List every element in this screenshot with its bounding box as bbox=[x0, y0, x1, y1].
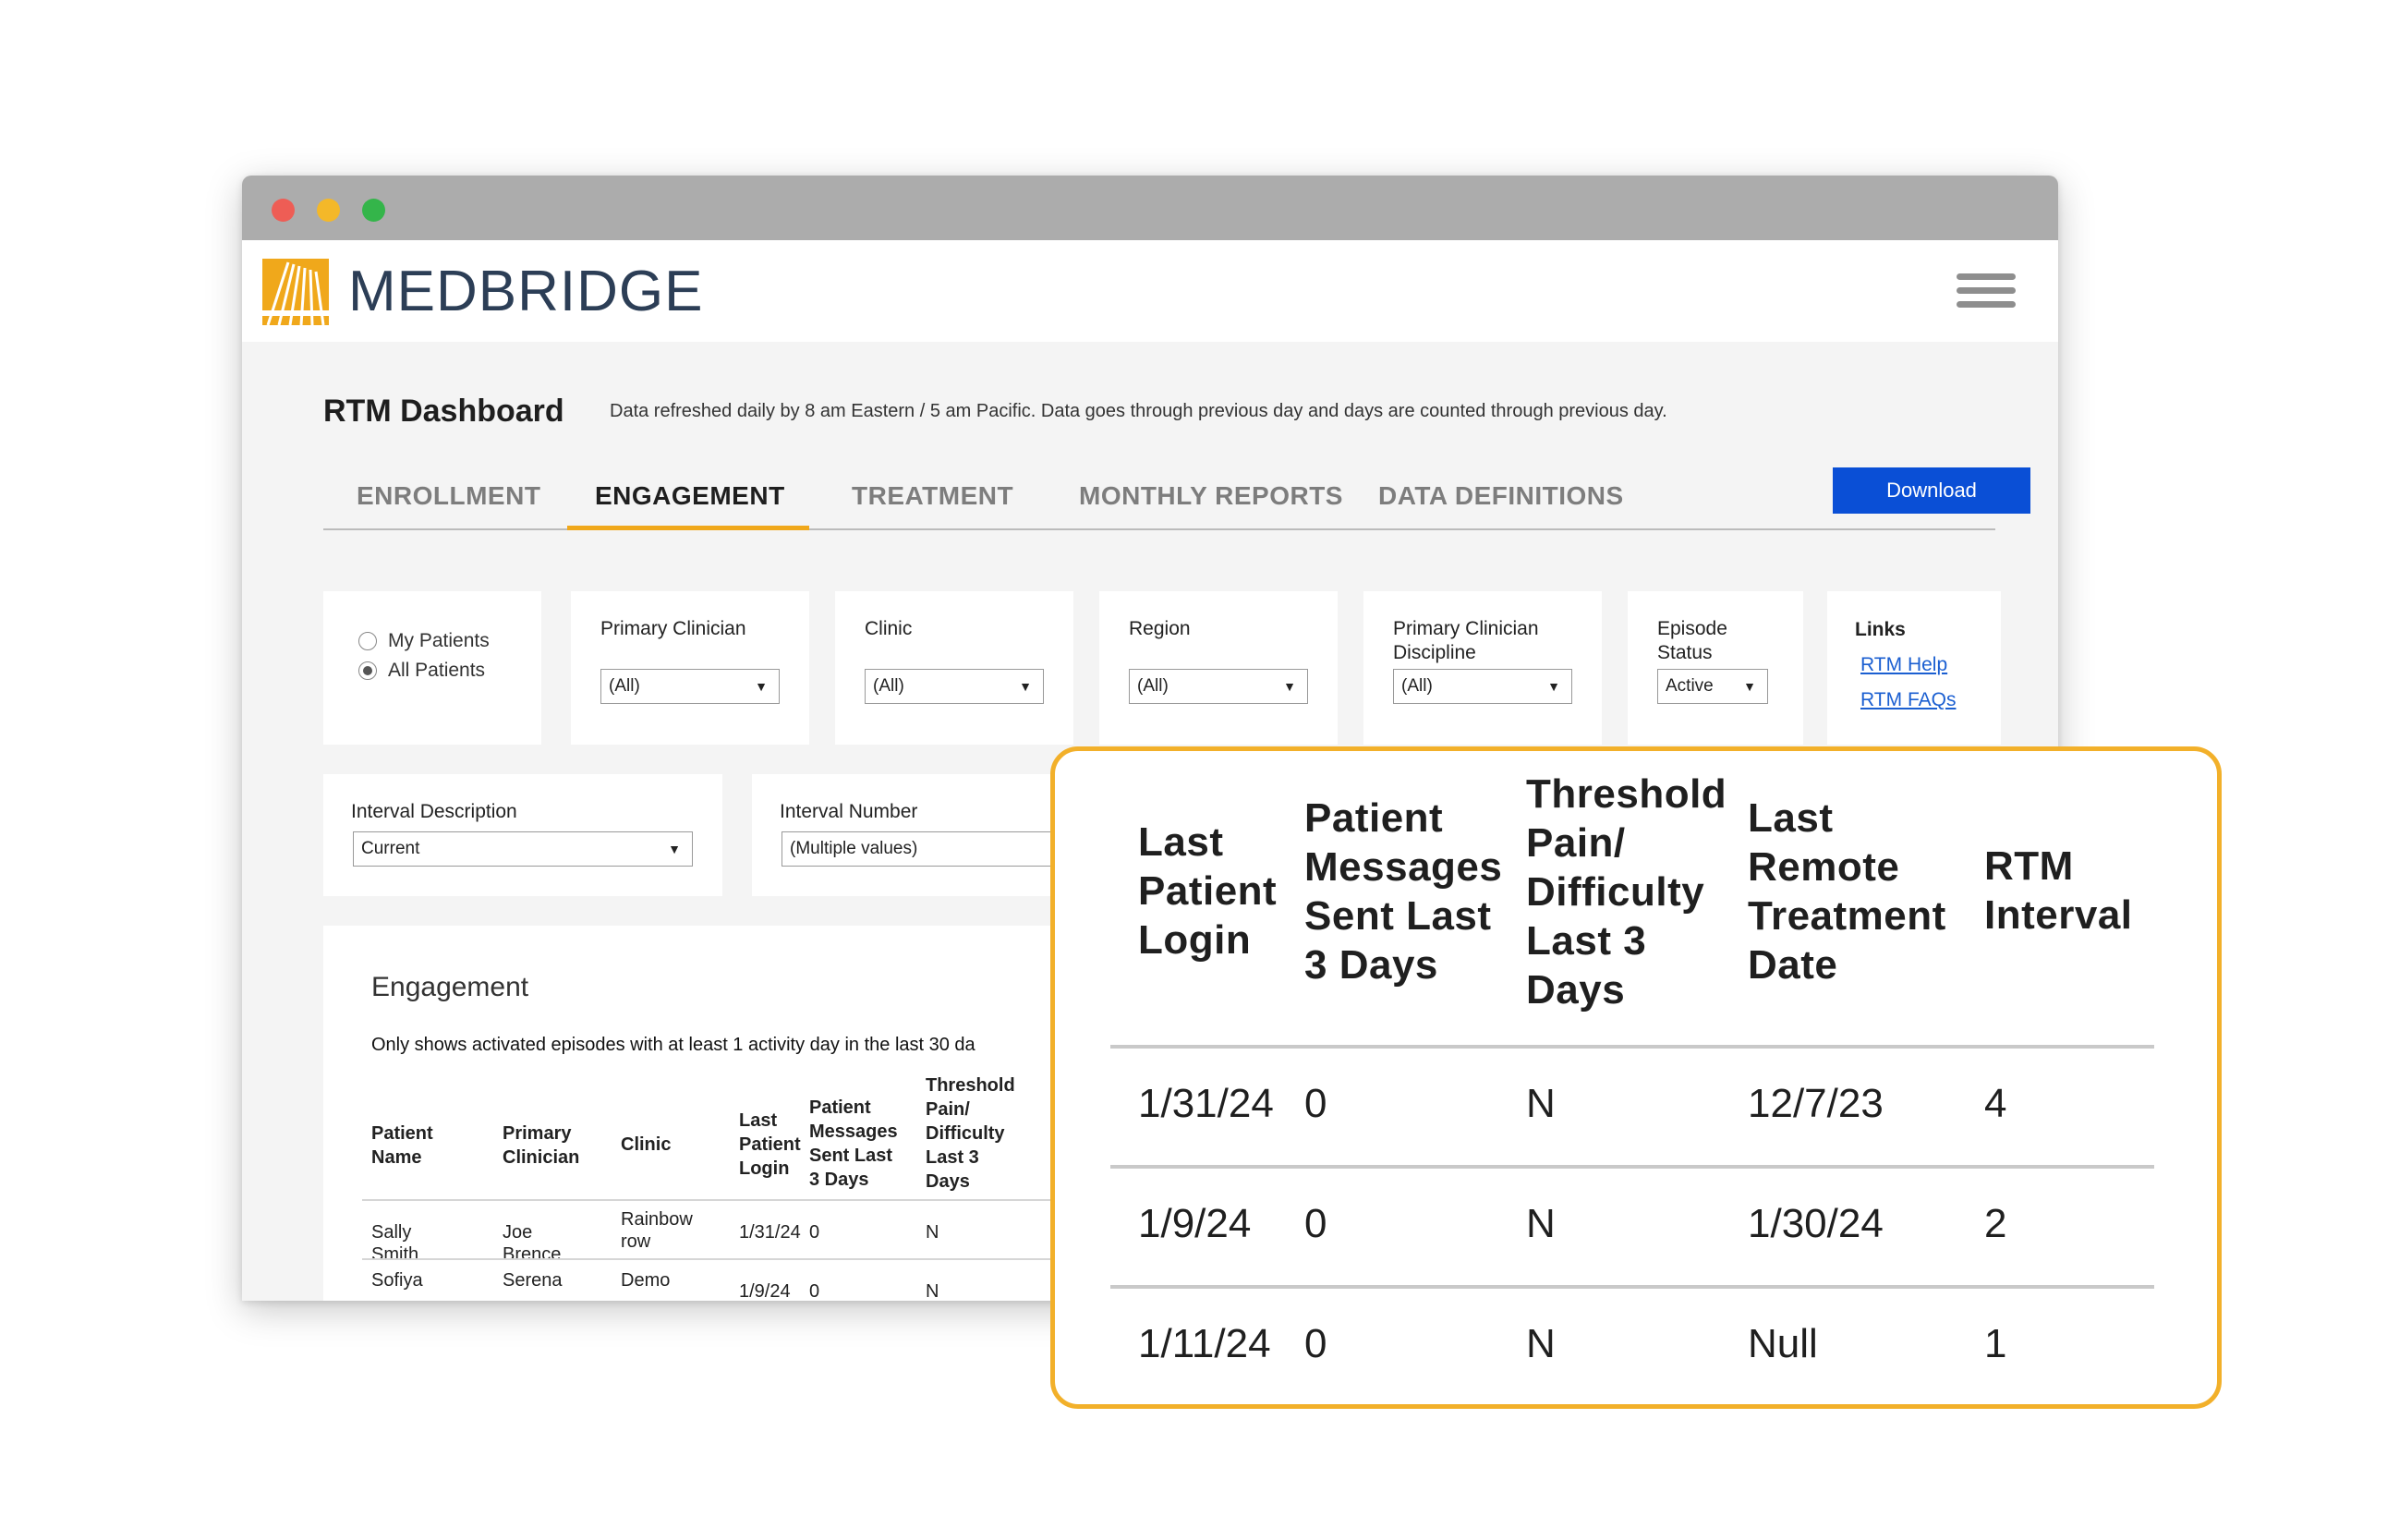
brand-name: MEDBRIDGE bbox=[348, 260, 704, 323]
clinic-filter: Clinic (All) ▼ bbox=[835, 591, 1073, 745]
radio-my-patients[interactable]: My Patients bbox=[358, 630, 490, 652]
dropdown-caret-icon: ▼ bbox=[1547, 679, 1560, 694]
dropdown-caret-icon: ▼ bbox=[755, 679, 768, 694]
interval-description-select[interactable]: Current ▼ bbox=[353, 831, 693, 867]
discipline-filter: Primary Clinician Discipline (All) ▼ bbox=[1363, 591, 1602, 745]
column-header-messages-sent: Patient Messages Sent Last 3 Days bbox=[809, 1097, 898, 1190]
filter-label: Primary Clinician bbox=[600, 618, 746, 639]
rtm-help-link[interactable]: RTM Help bbox=[1860, 654, 1947, 676]
tab-enrollment[interactable]: ENROLLMENT bbox=[323, 480, 554, 530]
filter-label: Region bbox=[1129, 618, 1191, 639]
clinic-select[interactable]: (All) ▼ bbox=[865, 669, 1044, 704]
primary-clinician-select[interactable]: (All) ▼ bbox=[600, 669, 780, 704]
maximize-window-button[interactable] bbox=[362, 199, 385, 222]
filter-label: Primary Clinician Discipline bbox=[1393, 618, 1539, 663]
dropdown-caret-icon: ▼ bbox=[668, 842, 681, 856]
discipline-select[interactable]: (All) ▼ bbox=[1393, 669, 1572, 704]
column-header-clinic: Clinic bbox=[621, 1134, 672, 1155]
column-header-threshold-pain: Threshold Pain/Difficulty Last 3 Days bbox=[926, 1075, 1015, 1192]
episode-status-filter: Episode Status Active ▼ bbox=[1628, 591, 1803, 745]
table-divider bbox=[1110, 1285, 2154, 1289]
dropdown-caret-icon: ▼ bbox=[1283, 679, 1296, 694]
region-filter: Region (All) ▼ bbox=[1099, 591, 1338, 745]
tab-engagement[interactable]: ENGAGEMENT bbox=[567, 480, 809, 530]
hamburger-menu-icon[interactable] bbox=[1957, 273, 2016, 314]
app-header: MEDBRIDGE bbox=[242, 240, 2058, 342]
primary-clinician-filter: Primary Clinician (All) ▼ bbox=[571, 591, 809, 745]
interval-description-filter: Interval Description Current ▼ bbox=[323, 774, 722, 896]
dropdown-caret-icon: ▼ bbox=[1019, 679, 1032, 694]
table-divider bbox=[1110, 1045, 2154, 1049]
radio-button[interactable] bbox=[358, 632, 377, 650]
filter-label: Interval Description bbox=[351, 801, 517, 822]
zoomed-table-callout: Last Patient Login Patient Messages Sent Las… bbox=[1050, 746, 2222, 1409]
page-title: RTM Dashboard bbox=[323, 394, 564, 429]
download-button[interactable]: Download bbox=[1833, 467, 2030, 514]
column-header-patient-name: Patient Name bbox=[371, 1123, 433, 1168]
engagement-subtitle: Only shows activated episodes with at le… bbox=[371, 1035, 975, 1055]
zoom-header-rtm-interval: RTM Interval bbox=[1984, 843, 2133, 938]
tab-monthly-reports[interactable]: MONTHLY REPORTS bbox=[1079, 480, 1356, 530]
zoom-header-threshold-pain: Threshold Pain/Difficulty Last 3 Days bbox=[1526, 771, 1727, 1013]
refresh-note: Data refreshed daily by 8 am Eastern / 5… bbox=[610, 401, 1667, 421]
tab-bar: ENROLLMENT ENGAGEMENT TREATMENT MONTHLY … bbox=[323, 480, 1995, 530]
table-divider bbox=[1110, 1165, 2154, 1169]
medbridge-logo-icon bbox=[262, 259, 329, 325]
minimize-window-button[interactable] bbox=[317, 199, 340, 222]
engagement-title: Engagement bbox=[371, 972, 529, 1002]
patient-scope-card: My Patients All Patients bbox=[323, 591, 541, 745]
filter-label: Episode Status bbox=[1657, 618, 1727, 663]
region-select[interactable]: (All) ▼ bbox=[1129, 669, 1308, 704]
tab-data-definitions[interactable]: DATA DEFINITIONS bbox=[1378, 480, 1655, 530]
filter-label: Interval Number bbox=[780, 801, 918, 822]
filter-label: Clinic bbox=[865, 618, 913, 639]
tab-treatment[interactable]: TREATMENT bbox=[852, 480, 1064, 530]
window-titlebar bbox=[242, 176, 2058, 240]
zoom-header-messages-sent: Patient Messages Sent Last 3 Days bbox=[1304, 795, 1503, 988]
links-card: Links RTM Help RTM FAQs bbox=[1827, 591, 2001, 745]
radio-button-selected[interactable] bbox=[358, 661, 377, 680]
radio-all-patients[interactable]: All Patients bbox=[358, 660, 485, 682]
episode-status-select[interactable]: Active ▼ bbox=[1657, 669, 1768, 704]
close-window-button[interactable] bbox=[272, 199, 295, 222]
dropdown-caret-icon: ▼ bbox=[1743, 679, 1756, 694]
column-header-last-patient-login: Last Patient Login bbox=[739, 1110, 801, 1179]
zoom-header-last-patient-login: Last Patient Login bbox=[1138, 819, 1278, 963]
column-header-primary-clinician: Primary Clinician bbox=[503, 1123, 580, 1168]
rtm-faqs-link[interactable]: RTM FAQs bbox=[1860, 689, 1956, 711]
zoom-header-last-remote-treatment-date: Last Remote Treatment Date bbox=[1748, 795, 1946, 988]
links-title: Links bbox=[1855, 619, 1906, 640]
